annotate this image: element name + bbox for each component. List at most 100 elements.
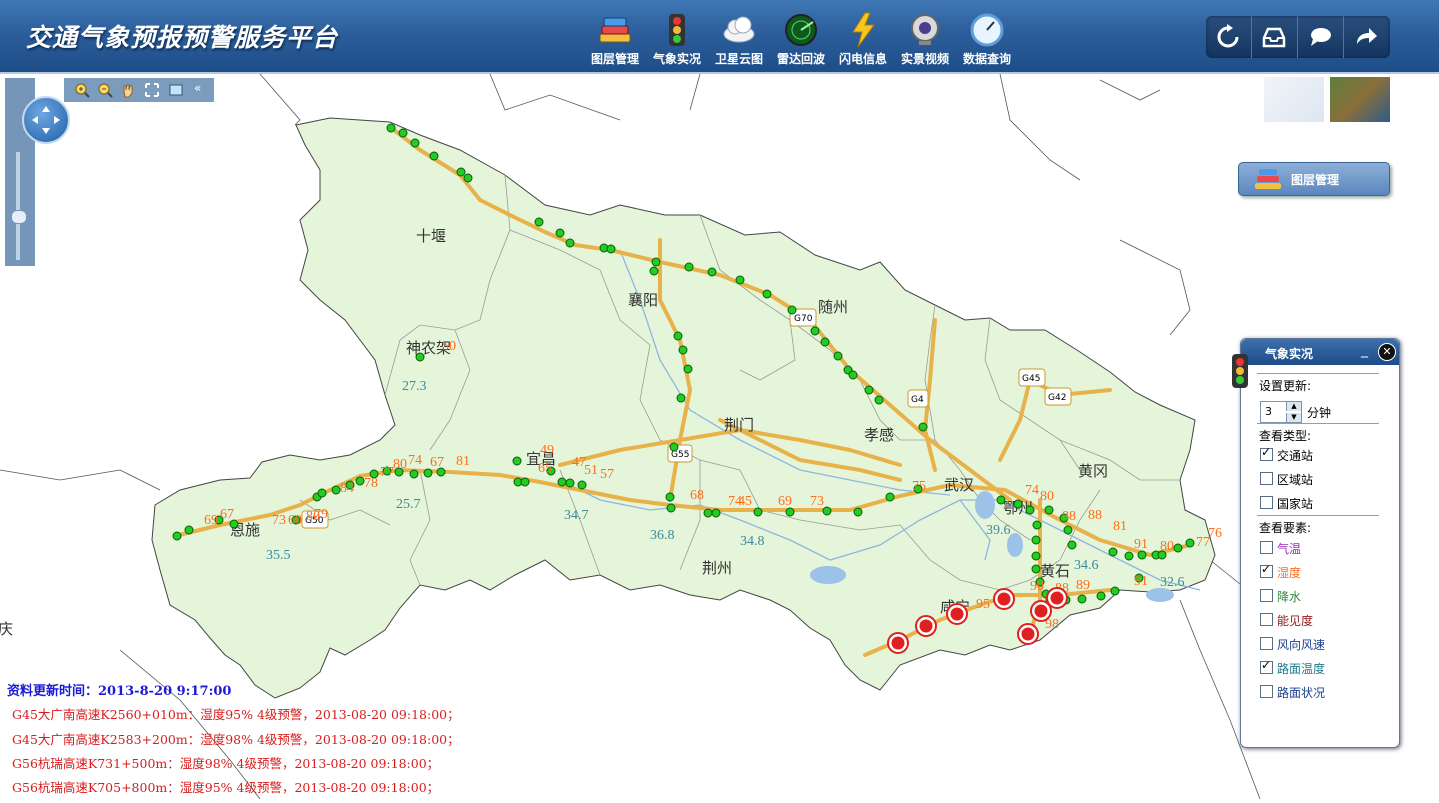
station-marker[interactable] (678, 345, 688, 355)
tool-layer-manager[interactable]: 图层管理 (584, 12, 646, 67)
station-marker[interactable] (684, 262, 694, 272)
station-marker[interactable] (996, 495, 1006, 505)
checkbox-road-condition[interactable] (1260, 685, 1273, 698)
station-marker[interactable] (1031, 551, 1041, 561)
close-icon[interactable]: ✕ (1378, 343, 1396, 361)
tool-video[interactable]: 实景视频 (894, 12, 956, 67)
station-marker[interactable] (1013, 499, 1023, 509)
station-marker[interactable] (565, 238, 575, 248)
station-marker[interactable] (853, 507, 863, 517)
station-marker[interactable] (753, 507, 763, 517)
station-marker[interactable] (409, 469, 419, 479)
zoom-out-icon[interactable] (97, 82, 113, 98)
checkbox-temperature[interactable] (1260, 541, 1273, 554)
station-marker[interactable] (1031, 564, 1041, 574)
station-marker[interactable] (1063, 525, 1073, 535)
station-marker[interactable] (512, 456, 522, 466)
station-marker[interactable] (864, 385, 874, 395)
station-marker[interactable] (707, 267, 717, 277)
station-marker[interactable] (1110, 586, 1120, 596)
station-marker[interactable] (1096, 591, 1106, 601)
checkbox-humidity[interactable] (1260, 562, 1273, 578)
checkbox-road-temp[interactable] (1260, 658, 1273, 674)
station-marker[interactable] (1044, 505, 1054, 515)
station-marker[interactable] (520, 477, 530, 487)
station-marker[interactable] (1173, 543, 1183, 553)
station-marker[interactable] (429, 151, 439, 161)
tool-satellite[interactable]: 卫星云图 (708, 12, 770, 67)
measure-icon[interactable] (168, 82, 184, 98)
station-marker[interactable] (555, 228, 565, 238)
station-marker[interactable] (785, 507, 795, 517)
station-marker[interactable] (1031, 535, 1041, 545)
station-marker[interactable] (885, 492, 895, 502)
station-marker[interactable] (874, 395, 884, 405)
station-marker[interactable] (833, 351, 843, 361)
zoom-slider-track[interactable] (16, 152, 20, 260)
pan-control[interactable] (22, 96, 70, 144)
station-marker[interactable] (735, 275, 745, 285)
tool-radar[interactable]: 雷达回波 (770, 12, 832, 67)
station-marker[interactable] (1185, 538, 1195, 548)
checkbox-wind[interactable] (1260, 637, 1273, 650)
refresh-button[interactable] (1206, 16, 1252, 58)
station-marker[interactable] (787, 305, 797, 315)
station-marker[interactable] (665, 492, 675, 502)
share-button[interactable] (1344, 16, 1389, 58)
station-marker[interactable] (676, 393, 686, 403)
station-marker[interactable] (762, 289, 772, 299)
station-marker[interactable] (711, 508, 721, 518)
station-marker[interactable] (184, 525, 194, 535)
warning-marker[interactable] (993, 588, 1015, 610)
layer-manager-button[interactable]: 图层管理 (1238, 162, 1390, 196)
station-marker[interactable] (355, 476, 365, 486)
checkbox-national-station[interactable] (1260, 496, 1273, 509)
station-marker[interactable] (649, 266, 659, 276)
station-marker[interactable] (1067, 540, 1077, 550)
station-marker[interactable] (810, 326, 820, 336)
station-marker[interactable] (577, 480, 587, 490)
checkbox-precipitation[interactable] (1260, 589, 1273, 602)
station-marker[interactable] (1077, 594, 1087, 604)
station-marker[interactable] (565, 478, 575, 488)
collapse-toolbar-icon[interactable]: « (194, 81, 201, 95)
tool-weather-live[interactable]: 气象实况 (646, 12, 708, 67)
station-marker[interactable] (673, 331, 683, 341)
zoom-slider-handle[interactable] (11, 210, 27, 224)
basemap-satellite-thumbnail[interactable] (1330, 77, 1390, 122)
station-marker[interactable] (317, 488, 327, 498)
update-interval-input[interactable]: 3 ▲ ▼ (1260, 401, 1302, 423)
tool-lightning[interactable]: 闪电信息 (832, 12, 894, 67)
inbox-button[interactable] (1252, 16, 1298, 58)
station-marker[interactable] (822, 506, 832, 516)
station-marker[interactable] (1137, 550, 1147, 560)
station-marker[interactable] (534, 217, 544, 227)
station-marker[interactable] (651, 257, 661, 267)
station-marker[interactable] (848, 370, 858, 380)
station-marker[interactable] (683, 364, 693, 374)
minimize-icon[interactable]: _ (1361, 342, 1368, 358)
station-marker[interactable] (398, 128, 408, 138)
station-marker[interactable] (918, 422, 928, 432)
spin-down-icon[interactable]: ▼ (1286, 413, 1301, 422)
station-marker[interactable] (606, 244, 616, 254)
checkbox-visibility[interactable] (1260, 613, 1273, 626)
station-marker[interactable] (666, 503, 676, 513)
station-marker[interactable] (456, 167, 466, 177)
station-marker[interactable] (820, 337, 830, 347)
station-marker[interactable] (1032, 520, 1042, 530)
station-marker[interactable] (463, 173, 473, 183)
station-marker[interactable] (410, 138, 420, 148)
basemap-vector-thumbnail[interactable] (1264, 77, 1324, 122)
tool-data-query[interactable]: 数据查询 (956, 12, 1018, 67)
station-marker[interactable] (331, 485, 341, 495)
station-marker[interactable] (386, 123, 396, 133)
station-marker[interactable] (1108, 547, 1118, 557)
warning-marker[interactable] (946, 603, 968, 625)
station-marker[interactable] (1124, 551, 1134, 561)
station-marker[interactable] (415, 352, 425, 362)
spin-up-icon[interactable]: ▲ (1286, 402, 1301, 411)
warning-marker[interactable] (1046, 587, 1068, 609)
pan-hand-icon[interactable] (120, 82, 136, 98)
warning-marker[interactable] (1017, 623, 1039, 645)
